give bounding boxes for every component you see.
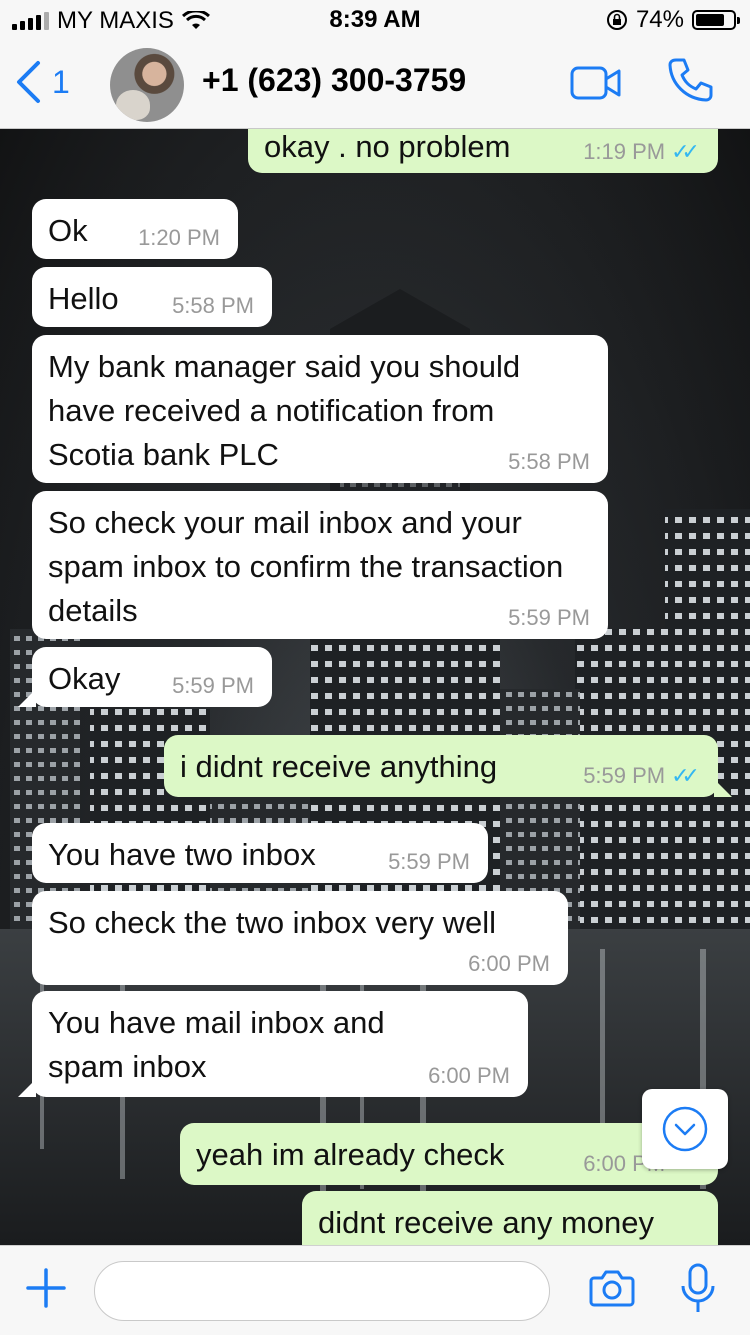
message-text: Ok [48, 213, 88, 248]
message-time: 5:58 PM [172, 293, 254, 318]
message-time: 5:58 PM [508, 449, 590, 474]
message-bubble-incoming[interactable]: Ok 1:20 PM [32, 199, 238, 259]
message-text: So check your mail inbox and your spam i… [48, 505, 564, 628]
message-text: okay . no problem [264, 129, 511, 164]
message-text: yeah im already check [196, 1137, 505, 1172]
message-bubble-incoming[interactable]: Hello 5:58 PM [32, 267, 272, 327]
message-bubble-incoming[interactable]: So check your mail inbox and your spam i… [32, 491, 608, 639]
video-call-icon[interactable] [570, 66, 622, 100]
microphone-icon[interactable] [680, 1262, 716, 1316]
message-time: 5:59 PM [583, 763, 666, 788]
battery-percent: 74% [635, 6, 684, 33]
message-time: 6:00 PM [428, 1063, 510, 1088]
camera-icon[interactable] [588, 1268, 636, 1308]
message-text: My bank manager said you should have rec… [48, 349, 521, 472]
chat-header: 1 +1 (623) 300-3759 [0, 40, 750, 129]
message-bubble-outgoing[interactable]: okay . no problem 1:19 PM ✓✓ [248, 129, 718, 173]
message-bubble-incoming[interactable]: You have mail inbox and spam inbox 6:00 … [18, 991, 528, 1097]
message-composer [0, 1245, 750, 1335]
message-bubble-outgoing[interactable]: yeah im already check 6:00 PM✓✓ [180, 1123, 718, 1185]
message-bubble-incoming[interactable]: You have two inbox 5:59 PM [32, 823, 488, 883]
status-right: 74% [606, 6, 740, 34]
status-bar: MY MAXIS 8:39 AM 74% [0, 0, 750, 40]
read-receipt-icon: ✓✓ [671, 139, 700, 164]
message-bubble-incoming[interactable]: My bank manager said you should have rec… [32, 335, 608, 483]
message-text: Okay [48, 661, 121, 696]
chevron-down-icon [662, 1106, 708, 1152]
message-time: 6:00 PM [468, 951, 550, 976]
avatar[interactable] [110, 48, 184, 122]
battery-icon [692, 10, 740, 30]
message-bubble-incoming[interactable]: So check the two inbox very well 6:00 PM [32, 891, 568, 985]
message-time: 5:59 PM [508, 605, 590, 630]
phone-icon[interactable] [666, 56, 714, 104]
orientation-lock-icon [606, 10, 627, 30]
scroll-to-bottom-button[interactable] [642, 1089, 728, 1169]
message-time: 1:19 PM [583, 139, 666, 164]
message-input[interactable] [94, 1261, 550, 1321]
message-time: 5:59 PM [172, 673, 254, 698]
message-text: So check the two inbox very well [48, 905, 496, 940]
message-text: You have two inbox [48, 837, 316, 872]
back-chevron-icon [17, 61, 40, 103]
read-receipt-icon: ✓✓ [671, 763, 700, 788]
message-bubble-outgoing[interactable]: didnt receive any money [302, 1191, 718, 1245]
contact-name[interactable]: +1 (623) 300-3759 [202, 62, 466, 99]
message-time: 1:20 PM [138, 225, 220, 250]
message-bubble-outgoing[interactable]: i didnt receive anything 5:59 PM ✓✓ [164, 735, 732, 797]
message-bubble-incoming[interactable]: Okay 5:59 PM [18, 647, 272, 707]
message-time: 5:59 PM [388, 849, 470, 874]
plus-icon[interactable] [26, 1264, 66, 1312]
back-button[interactable]: 1 [14, 60, 70, 104]
back-count: 1 [52, 63, 70, 100]
message-text: didnt receive any money [318, 1205, 655, 1240]
message-text: You have mail inbox and spam inbox [48, 1005, 385, 1084]
chat-area[interactable]: okay . no problem 1:19 PM ✓✓ Ok 1:20 PM H… [0, 129, 750, 1245]
message-text: Hello [48, 281, 119, 316]
message-text: i didnt receive anything [180, 749, 498, 784]
